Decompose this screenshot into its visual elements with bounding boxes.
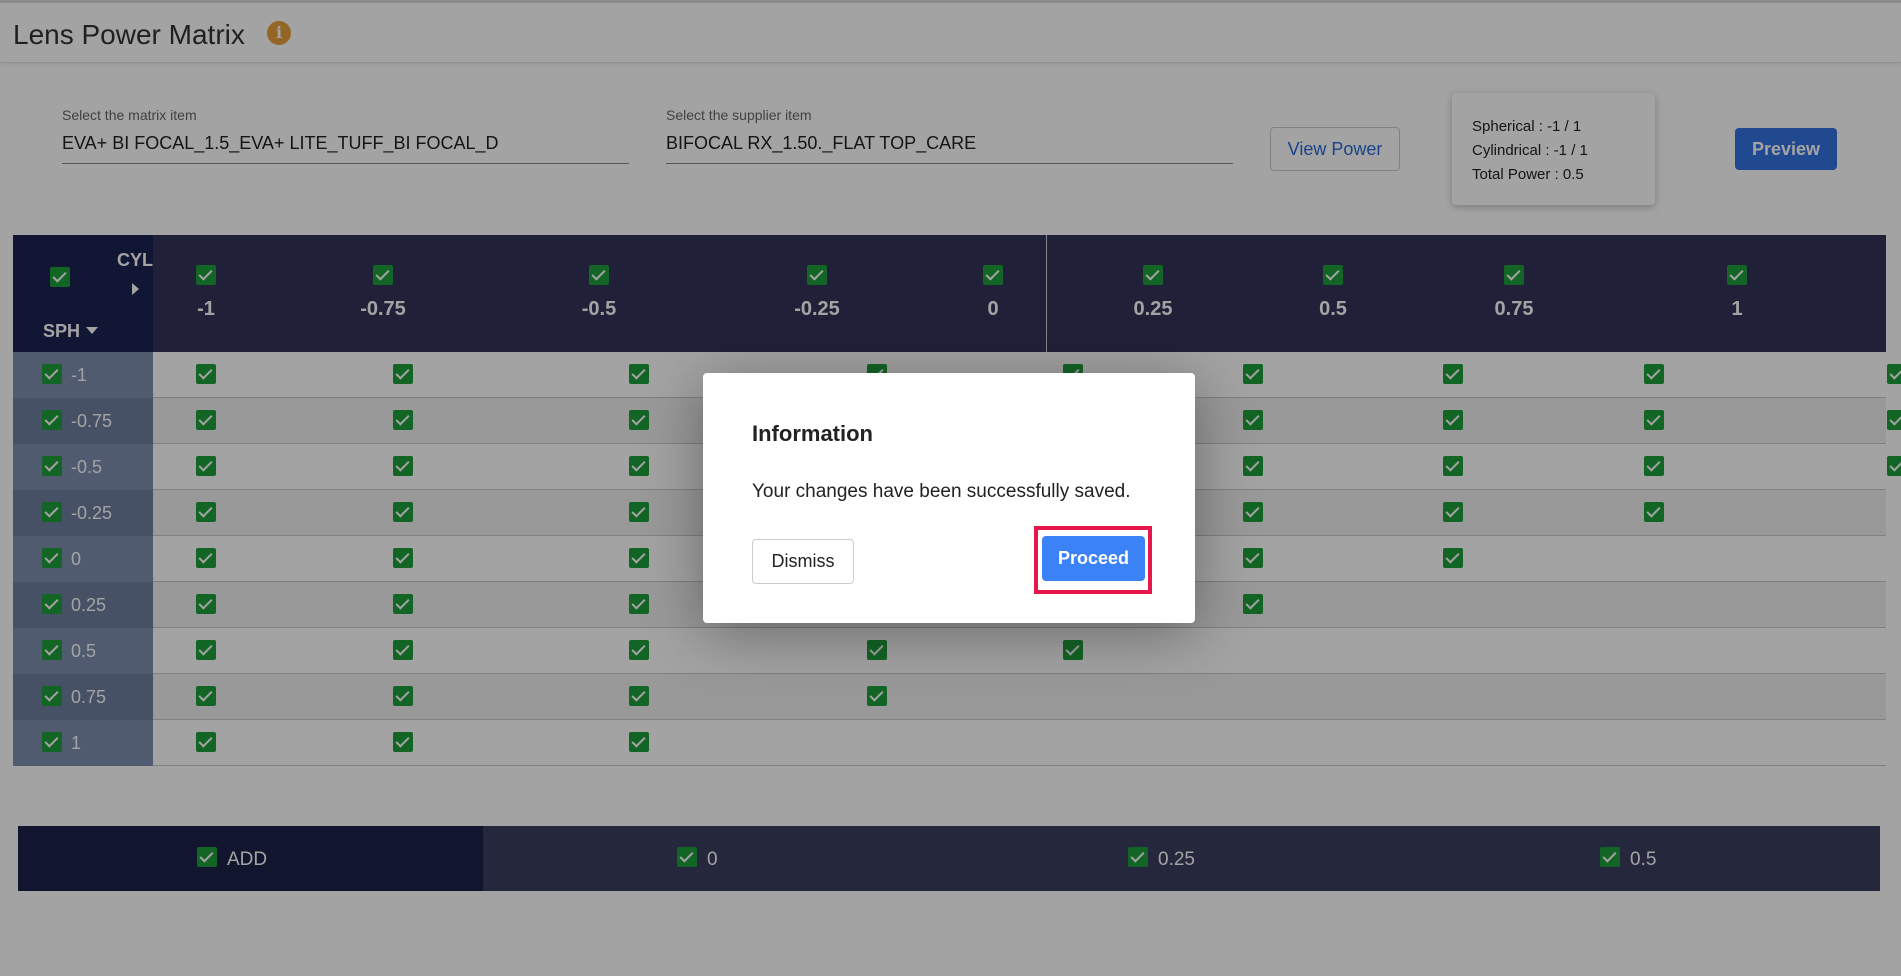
dismiss-button[interactable]: Dismiss	[752, 539, 854, 584]
proceed-button[interactable]: Proceed	[1042, 536, 1145, 581]
information-dialog: Information Your changes have been succe…	[703, 373, 1195, 623]
dialog-title: Information	[752, 421, 873, 446]
dialog-message: Your changes have been successfully save…	[752, 481, 1131, 502]
